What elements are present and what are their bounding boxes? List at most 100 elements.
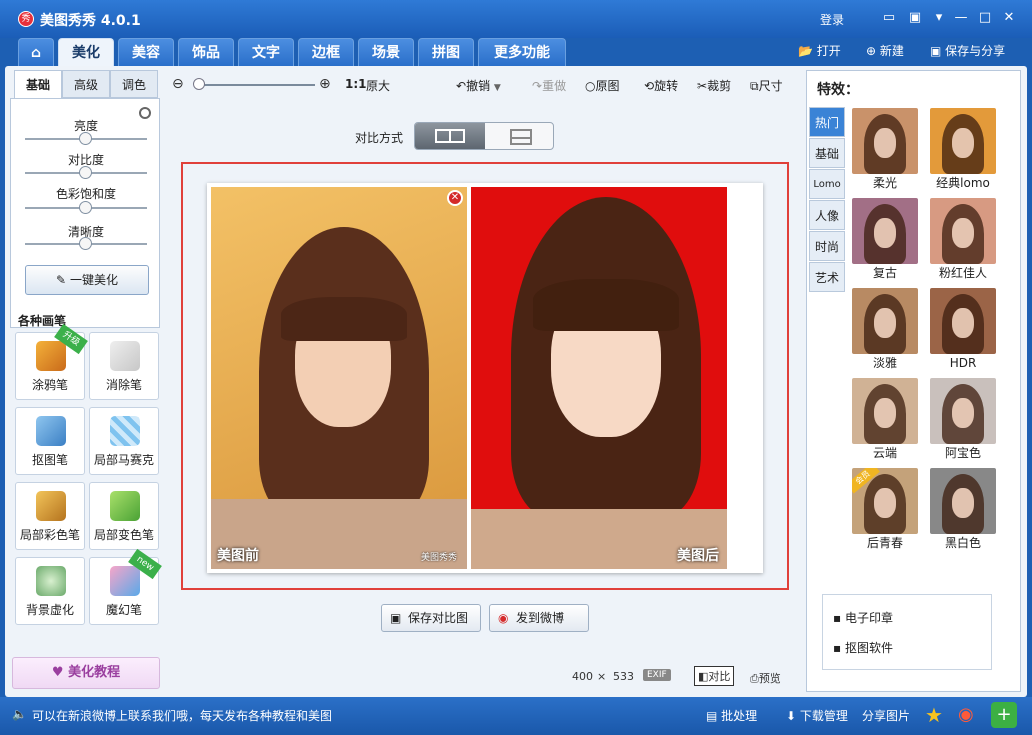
effect-thumbnail <box>852 198 918 264</box>
tab-more[interactable]: 更多功能 ▼ <box>478 38 566 88</box>
background-blur-label: 背景虚化 <box>25 603 74 617</box>
local-recolor-pen-tool[interactable]: 局部变色笔 <box>89 482 159 550</box>
crop-button[interactable]: ✂裁剪 <box>697 77 731 94</box>
new-button[interactable]: ⊕ 新建 <box>866 42 904 60</box>
sharpness-slider[interactable] <box>25 237 147 250</box>
tab-scene[interactable]: 场景 <box>358 38 414 66</box>
effect-item[interactable]: 会员 后青春 <box>852 468 918 552</box>
tab-collage[interactable]: 拼图 <box>418 38 474 66</box>
zoom-out-icon[interactable]: ⊖ <box>172 76 188 92</box>
one-key-beautify-button[interactable]: ✎ 一键美化 <box>25 265 149 295</box>
app-title: 美图秀秀 4.0.1 <box>40 13 141 29</box>
effects-tab-lomo[interactable]: Lomo <box>809 169 845 199</box>
effect-item[interactable]: 复古 <box>852 198 918 282</box>
effects-tab-art[interactable]: 艺术 <box>809 262 845 292</box>
effect-item[interactable]: 柔光 <box>852 108 918 192</box>
contrast-slider[interactable] <box>25 166 147 179</box>
send-weibo-button[interactable]: ◉ 发到微博 <box>489 604 589 632</box>
brightness-knob[interactable] <box>79 132 92 145</box>
link-cutout-software[interactable]: ▪ 抠图软件 <box>833 639 893 656</box>
tab-beauty[interactable]: 美容 <box>118 38 174 66</box>
download-manager-button[interactable]: ⬇ 下载管理 <box>786 707 848 724</box>
effects-tab-portrait[interactable]: 人像 <box>809 200 845 230</box>
saturation-slider[interactable] <box>25 201 147 214</box>
effect-item[interactable]: 淡雅 <box>852 288 918 372</box>
top-bottom-button[interactable] <box>485 123 553 149</box>
batch-icon: ▤ <box>706 709 718 723</box>
login-link[interactable]: 登录 <box>820 11 844 28</box>
minimize-icon[interactable]: — <box>952 9 970 27</box>
magic-pen-tool[interactable]: new 魔幻笔 <box>89 548 162 625</box>
home-tab[interactable]: ⌂ <box>18 38 54 66</box>
cutout-pen-tool[interactable]: 抠图笔 <box>15 407 85 475</box>
open-button[interactable]: 📂 打开 <box>798 42 841 60</box>
local-color-pen-tool[interactable]: 局部彩色笔 <box>15 482 85 550</box>
subtab-basic[interactable]: 基础 <box>14 70 62 98</box>
preview-button[interactable]: ⎙预览 <box>750 670 781 686</box>
exif-button[interactable]: EXIF <box>643 669 671 681</box>
side-by-side-button[interactable] <box>415 123 485 149</box>
speaker-icon: 🔈 <box>12 707 27 721</box>
effect-item[interactable]: HDR <box>930 288 996 372</box>
beautify-tutorial-button[interactable]: ♥ 美化教程 <box>12 657 160 689</box>
effect-item[interactable]: 黑白色 <box>930 468 996 552</box>
subtab-advanced[interactable]: 高级 <box>62 70 110 98</box>
effects-tab-fashion[interactable]: 时尚 <box>809 231 845 261</box>
zoom-knob[interactable] <box>193 78 205 90</box>
contrast-knob[interactable] <box>79 166 92 179</box>
face-shape <box>952 398 974 428</box>
save-share-button[interactable]: ▣ 保存与分享 <box>930 42 1005 60</box>
mosaic-tool[interactable]: 局部马赛克 <box>89 407 159 475</box>
tab-beautify[interactable]: 美化 <box>58 38 114 66</box>
brightness-slider[interactable] <box>25 132 147 145</box>
close-icon[interactable]: ✕ <box>1000 9 1018 27</box>
zoom-slider[interactable] <box>193 78 315 90</box>
folder-icon: 📂 <box>798 44 813 58</box>
chevron-down-icon: ▼ <box>493 83 501 93</box>
add-icon[interactable]: + <box>991 702 1017 728</box>
background-blur-tool[interactable]: 背景虚化 <box>15 557 85 625</box>
resize-icon: ⧉ <box>750 79 759 93</box>
status-message[interactable]: 可以在新浪微博上联系我们哦，每天发布各种教程和美图 <box>32 707 332 724</box>
link-e-seal[interactable]: ▪ 电子印章 <box>833 609 893 626</box>
effect-item[interactable]: 阿宝色 <box>930 378 996 462</box>
star-icon[interactable]: ★ <box>925 703 949 727</box>
batch-button[interactable]: ▤ 批处理 <box>706 707 757 724</box>
eraser-pen-tool[interactable]: 消除笔 <box>89 332 159 400</box>
original-button[interactable]: ○原图 <box>585 77 620 94</box>
sharpness-knob[interactable] <box>79 237 92 250</box>
menu-icon[interactable]: ▾ <box>930 9 948 27</box>
skin-icon[interactable]: ▣ <box>906 9 924 27</box>
effect-name: HDR <box>949 356 977 370</box>
effect-item[interactable]: 经典lomo <box>930 108 996 192</box>
undo-button[interactable]: ↶撤销 ▼ <box>456 77 501 94</box>
maximize-icon[interactable]: □ <box>976 9 994 27</box>
close-compare-icon[interactable]: ✕ <box>447 190 463 206</box>
doodle-pen-icon <box>36 341 66 371</box>
tab-text[interactable]: 文字 <box>238 38 294 66</box>
tab-frame[interactable]: 边框 <box>298 38 354 66</box>
preview-label: 预览 <box>758 672 781 685</box>
effect-item[interactable]: 云端 <box>852 378 918 462</box>
effects-tab-basic[interactable]: 基础 <box>809 138 845 168</box>
save-compare-button[interactable]: ▣ 保存对比图 <box>381 604 481 632</box>
doodle-pen-tool[interactable]: 升级 涂鸦笔 <box>15 323 88 400</box>
compare-button[interactable]: ◧对比 <box>694 666 735 686</box>
resize-button[interactable]: ⧉尺寸 <box>750 77 783 94</box>
zoom-in-icon[interactable]: ⊕ <box>319 76 335 92</box>
effects-title: 特效： <box>817 82 859 98</box>
effect-item[interactable]: 粉红佳人 <box>930 198 996 282</box>
link-cutout-label: 抠图软件 <box>844 641 893 655</box>
saturation-knob[interactable] <box>79 201 92 214</box>
weibo-icon[interactable]: ◉ <box>958 703 982 727</box>
redo-button[interactable]: ↷重做 <box>532 77 566 94</box>
rotate-button[interactable]: ⟲旋转 <box>644 77 678 94</box>
subtab-color[interactable]: 调色 <box>110 70 158 98</box>
share-image-button[interactable]: 分享图片 <box>862 707 910 724</box>
feedback-icon[interactable]: ▭ <box>880 9 898 27</box>
effects-tab-hot[interactable]: 热门 <box>809 107 845 137</box>
image-height: 533 <box>613 670 634 683</box>
tab-accessories[interactable]: 饰品 <box>178 38 234 66</box>
original-size-button[interactable]: 原大 <box>366 77 390 94</box>
zoom-ratio[interactable]: 1:1 <box>345 77 367 91</box>
